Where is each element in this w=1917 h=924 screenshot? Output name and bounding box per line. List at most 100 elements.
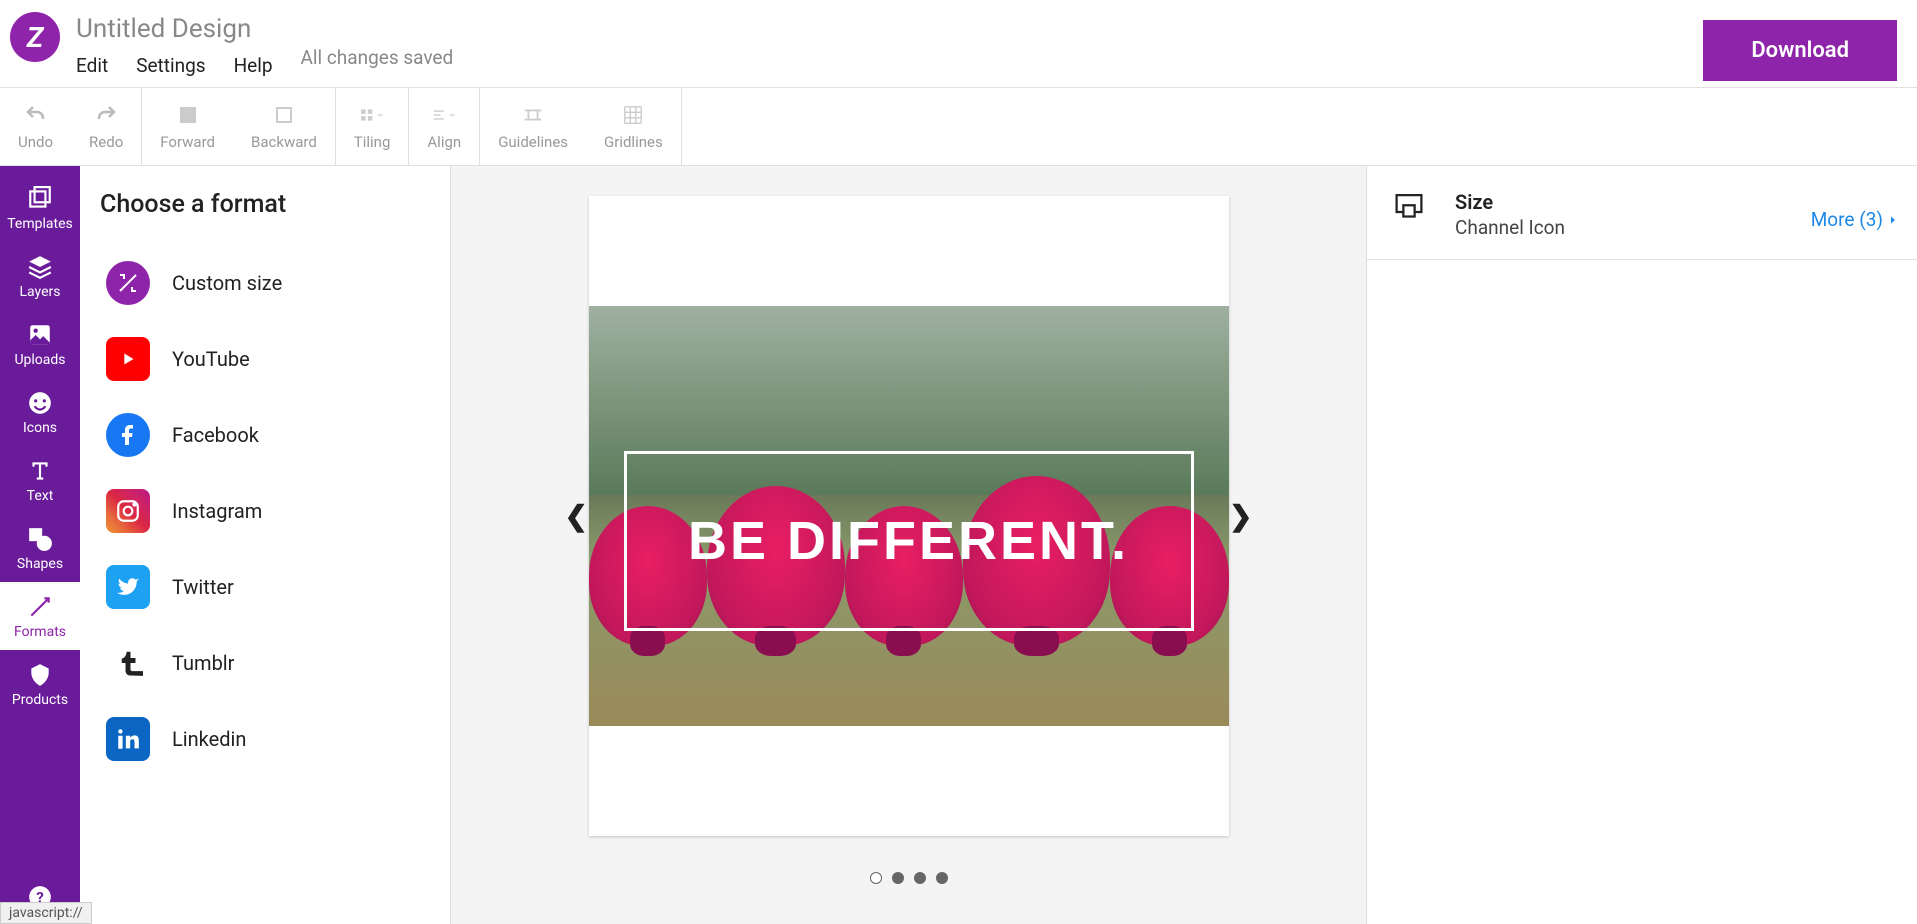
format-label: Instagram — [172, 499, 262, 523]
align-icon — [432, 103, 456, 127]
products-icon — [27, 662, 53, 688]
icons-icon — [27, 390, 53, 416]
menu-edit[interactable]: Edit — [76, 54, 108, 77]
text-icon — [27, 458, 53, 484]
forward-label: Forward — [160, 133, 215, 151]
size-row: Size Channel Icon More (3) — [1367, 190, 1917, 260]
status-bar: javascript:// — [0, 902, 92, 924]
more-link[interactable]: More (3) — [1811, 208, 1899, 231]
align-button[interactable]: Align — [409, 103, 479, 151]
twitter-icon — [106, 565, 150, 609]
uploads-icon — [27, 322, 53, 348]
youtube-icon — [106, 337, 150, 381]
forward-icon — [176, 103, 200, 127]
linkedin-icon — [106, 717, 150, 761]
dot-4[interactable] — [936, 872, 948, 884]
canvas-text-box[interactable]: BE DIFFERENT. — [624, 451, 1194, 631]
backward-button[interactable]: Backward — [233, 103, 335, 151]
format-label: Linkedin — [172, 727, 246, 751]
guidelines-button[interactable]: Guidelines — [480, 103, 586, 151]
menu-settings[interactable]: Settings — [136, 54, 205, 77]
rail-uploads-label: Uploads — [14, 352, 65, 368]
undo-button[interactable]: Undo — [0, 103, 71, 151]
rail-icons-label: Icons — [23, 420, 57, 436]
backward-label: Backward — [251, 133, 317, 151]
rail-text-label: Text — [27, 488, 54, 504]
align-label: Align — [427, 133, 461, 151]
redo-icon — [94, 103, 118, 127]
formats-icon — [27, 594, 53, 620]
rail-layers-label: Layers — [20, 284, 61, 300]
document-title[interactable]: Untitled Design — [76, 14, 273, 44]
menu-help[interactable]: Help — [234, 54, 273, 77]
title-menu: Untitled Design Edit Settings Help — [76, 8, 273, 77]
next-arrow[interactable]: ❯ — [1229, 500, 1252, 533]
rail-products-label: Products — [12, 692, 68, 708]
toolbar: Undo Redo Forward Backward Tiling Align — [0, 88, 1917, 166]
prev-arrow[interactable]: ❮ — [565, 500, 588, 533]
format-tumblr[interactable]: Tumblr — [100, 625, 430, 701]
chevron-down-icon — [376, 108, 385, 122]
logo-icon[interactable]: Z — [10, 12, 60, 62]
format-custom-size[interactable]: Custom size — [100, 245, 430, 321]
custom-size-icon — [106, 261, 150, 305]
format-label: Tumblr — [172, 651, 234, 675]
redo-label: Redo — [89, 133, 123, 151]
header: Z Untitled Design Edit Settings Help All… — [0, 0, 1917, 88]
gridlines-icon — [621, 103, 645, 127]
rail-text[interactable]: Text — [0, 446, 80, 514]
chevron-down-icon — [448, 108, 457, 122]
gridlines-label: Gridlines — [604, 133, 663, 151]
format-panel-title: Choose a format — [100, 190, 430, 219]
format-panel: Choose a format Custom size YouTube Face… — [80, 166, 450, 924]
dot-3[interactable] — [914, 872, 926, 884]
canvas-wrap: ❮ ❯ BE DIFFERENT. — [589, 196, 1229, 836]
canvas-image[interactable]: BE DIFFERENT. — [589, 306, 1229, 726]
format-instagram[interactable]: Instagram — [100, 473, 430, 549]
undo-icon — [24, 103, 48, 127]
format-linkedin[interactable]: Linkedin — [100, 701, 430, 777]
save-status: All changes saved — [301, 46, 454, 77]
download-button[interactable]: Download — [1703, 20, 1897, 81]
undo-label: Undo — [18, 133, 53, 151]
format-facebook[interactable]: Facebook — [100, 397, 430, 473]
rail-shapes-label: Shapes — [17, 556, 63, 572]
redo-button[interactable]: Redo — [71, 103, 141, 151]
shapes-icon — [27, 526, 53, 552]
size-icon — [1385, 194, 1433, 234]
canvas-area: ❮ ❯ BE DIFFERENT. — [450, 166, 1367, 924]
format-label: Custom size — [172, 271, 282, 295]
tiling-icon — [360, 103, 384, 127]
format-twitter[interactable]: Twitter — [100, 549, 430, 625]
gridlines-button[interactable]: Gridlines — [586, 103, 681, 151]
guidelines-icon — [521, 103, 545, 127]
pagination-dots — [870, 872, 948, 884]
rail-templates[interactable]: Templates — [0, 174, 80, 242]
chevron-right-icon — [1887, 214, 1899, 226]
guidelines-label: Guidelines — [498, 133, 568, 151]
tiling-label: Tiling — [354, 133, 391, 151]
tiling-button[interactable]: Tiling — [336, 103, 409, 151]
size-value: Channel Icon — [1455, 216, 1811, 239]
rail-uploads[interactable]: Uploads — [0, 310, 80, 378]
instagram-icon — [106, 489, 150, 533]
right-panel: Size Channel Icon More (3) — [1367, 166, 1917, 924]
more-link-text: More (3) — [1811, 208, 1883, 231]
rail-formats[interactable]: Formats — [0, 582, 80, 650]
rail-shapes[interactable]: Shapes — [0, 514, 80, 582]
size-text: Size Channel Icon — [1455, 190, 1811, 239]
forward-button[interactable]: Forward — [142, 103, 233, 151]
rail-products[interactable]: Products — [0, 650, 80, 718]
size-title: Size — [1455, 190, 1811, 214]
format-youtube[interactable]: YouTube — [100, 321, 430, 397]
dot-2[interactable] — [892, 872, 904, 884]
rail-icons[interactable]: Icons — [0, 378, 80, 446]
rail-layers[interactable]: Layers — [0, 242, 80, 310]
canvas-frame[interactable]: BE DIFFERENT. — [589, 196, 1229, 836]
templates-icon — [27, 186, 53, 212]
left-rail: Templates Layers Uploads Icons Text Shap… — [0, 166, 80, 924]
dot-1[interactable] — [870, 872, 882, 884]
menu-bar: Edit Settings Help — [76, 54, 273, 77]
tumblr-icon — [106, 641, 150, 685]
format-label: YouTube — [172, 347, 250, 371]
